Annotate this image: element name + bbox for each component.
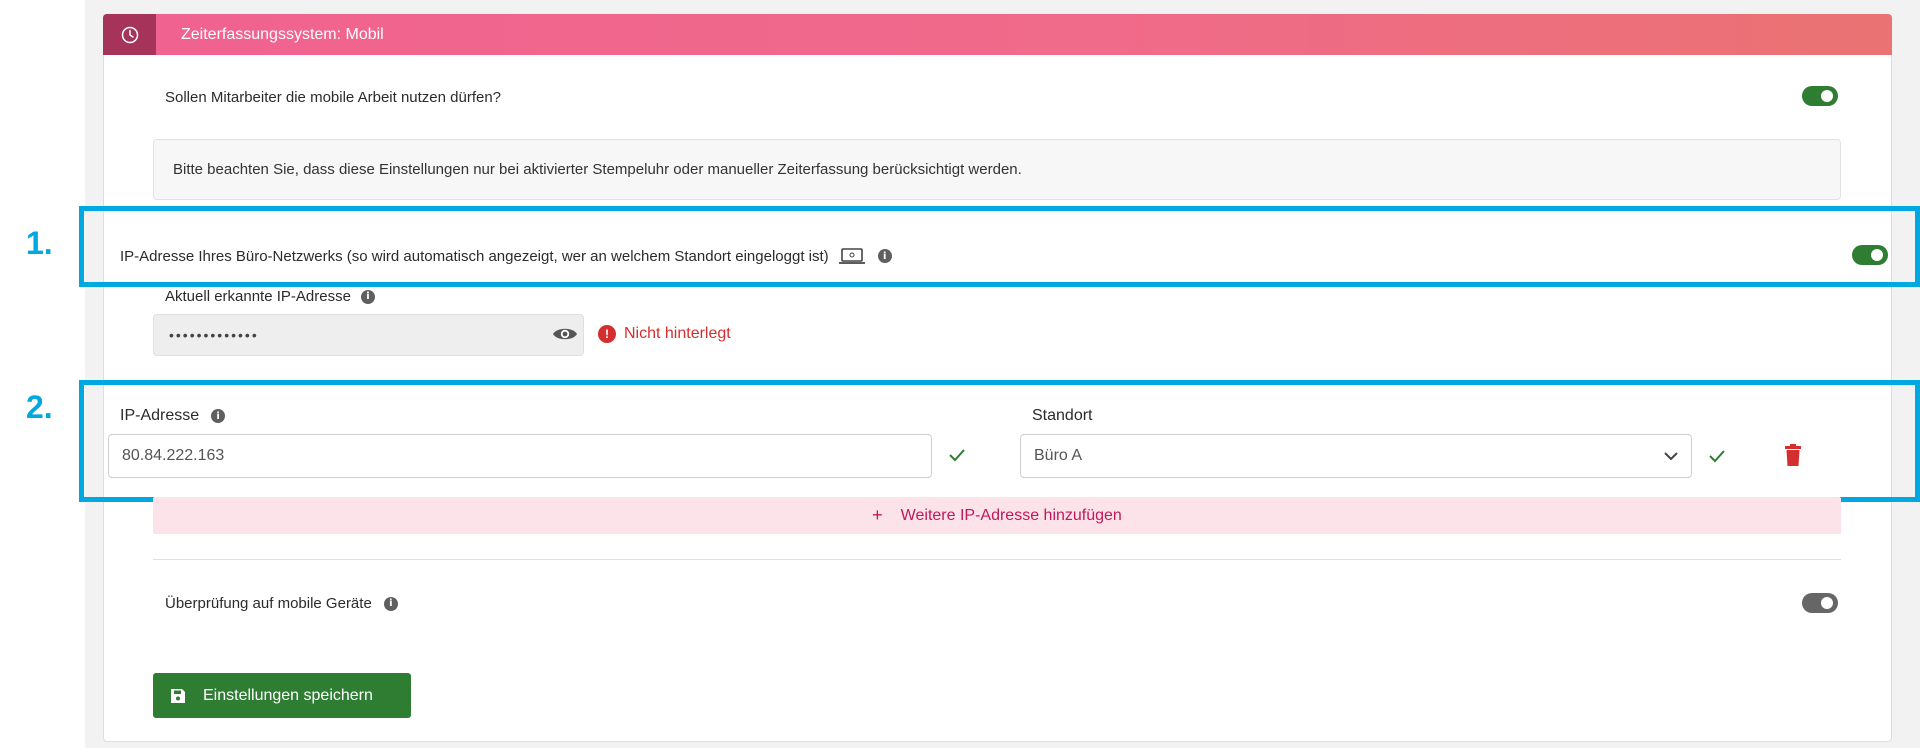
annotation-number-1: 1. — [26, 225, 53, 261]
mobile-work-toggle[interactable] — [1802, 86, 1838, 106]
eye-icon[interactable] — [552, 325, 578, 348]
ip-address-value: 80.84.222.163 — [122, 447, 225, 464]
settings-card — [103, 14, 1892, 742]
mobile-check-row: Überprüfung auf mobile Geräte i — [165, 595, 398, 612]
error-icon: ! — [598, 325, 616, 343]
location-value: Büro A — [1034, 447, 1083, 464]
add-ip-label: Weitere IP-Adresse hinzufügen — [900, 506, 1122, 524]
floppy-disk-icon — [171, 688, 185, 703]
info-notice: Bitte beachten Sie, dass diese Einstellu… — [153, 139, 1841, 200]
mobile-check-toggle[interactable] — [1802, 593, 1838, 613]
detected-ip-label: Aktuell erkannte IP-Adresse — [165, 288, 351, 305]
card-header: Zeiterfassungssystem: Mobil — [103, 14, 1892, 55]
detected-ip-row: Aktuell erkannte IP-Adresse i — [165, 288, 375, 305]
save-settings-label: Einstellungen speichern — [203, 686, 373, 704]
section-divider — [153, 559, 1841, 560]
mobile-check-label: Überprüfung auf mobile Geräte — [165, 595, 372, 612]
detected-ip-masked-value: ••••••••••••• — [169, 327, 259, 343]
detected-ip-field[interactable]: ••••••••••••• — [153, 314, 584, 356]
add-ip-button[interactable]: + Weitere IP-Adresse hinzufügen — [153, 497, 1841, 534]
location-select[interactable]: Büro A — [1020, 434, 1692, 478]
ip-address-label-row: IP-Adresse i — [120, 407, 226, 425]
ip-network-toggle[interactable] — [1852, 245, 1888, 265]
ip-network-label: IP-Adresse Ihres Büro-Netzwerks (so wird… — [120, 247, 829, 265]
ip-status: ! Nicht hinterlegt — [598, 325, 731, 343]
mobile-check-info-icon[interactable]: i — [383, 596, 398, 611]
ip-address-input[interactable]: 80.84.222.163 — [108, 434, 932, 478]
laptop-icon — [838, 247, 866, 265]
clock-icon — [103, 14, 156, 55]
ip-address-info-icon[interactable]: i — [211, 409, 226, 423]
notice-text: Bitte beachten Sie, dass diese Einstellu… — [173, 161, 1022, 178]
card-title: Zeiterfassungssystem: Mobil — [181, 25, 384, 43]
ip-status-text: Nicht hinterlegt — [624, 325, 731, 342]
save-settings-button[interactable]: Einstellungen speichern — [153, 673, 411, 718]
ip-network-info-icon[interactable]: i — [877, 249, 892, 263]
annotation-number-2: 2. — [26, 389, 53, 425]
location-valid-check-icon — [1708, 448, 1726, 469]
mobile-work-label: Sollen Mitarbeiter die mobile Arbeit nut… — [165, 89, 502, 106]
trash-icon[interactable] — [1784, 444, 1802, 471]
ip-network-row: IP-Adresse Ihres Büro-Netzwerks (so wird… — [120, 247, 892, 265]
ip-valid-check-icon — [948, 447, 966, 468]
chevron-down-icon — [1663, 449, 1679, 468]
plus-icon: + — [872, 505, 883, 525]
detected-ip-info-icon[interactable]: i — [360, 289, 375, 304]
location-label: Standort — [1032, 407, 1093, 424]
ip-address-label: IP-Adresse — [120, 407, 200, 424]
